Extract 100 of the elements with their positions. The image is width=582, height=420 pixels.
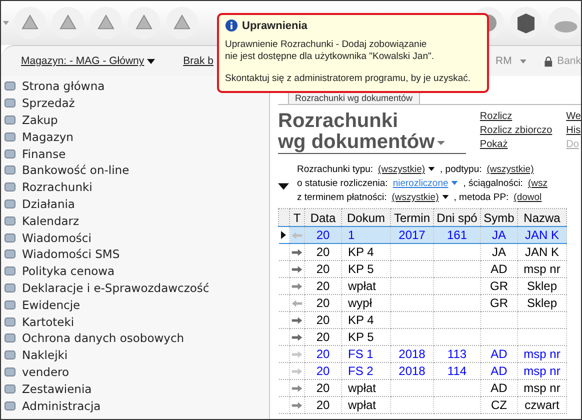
warehouse-dropdown[interactable]: Magazyn: - MAG - Główny	[21, 55, 156, 67]
table-cell: 20	[304, 380, 342, 396]
table-cell: 20	[304, 328, 342, 346]
table-cell: KP 5	[342, 328, 390, 346]
table-cell: 161	[434, 226, 480, 244]
module-icon	[3, 130, 17, 144]
view-title[interactable]: Rozrachunki wg dokumentów	[278, 111, 466, 154]
table-row[interactable]: 20 wpłat AD msp nr	[278, 380, 566, 396]
sidebar-item[interactable]: Ewidencje	[1, 296, 269, 314]
table-cell: KP 4	[342, 244, 390, 260]
column-header[interactable]: Dni spó	[434, 208, 480, 226]
sidebar-item[interactable]: Finanse	[1, 145, 269, 162]
table-row[interactable]: 20 FS 2 2018 114 AD msp nr	[278, 362, 566, 380]
table-cell: msp nr	[518, 362, 566, 380]
column-header[interactable]: Data	[304, 208, 342, 226]
caret-icon[interactable]	[442, 195, 449, 200]
module-icon	[3, 79, 17, 94]
caret-icon[interactable]	[428, 167, 436, 172]
module-icon	[3, 112, 17, 127]
table-cell: msp nr	[518, 380, 566, 396]
action-link[interactable]: Rozlicz	[480, 111, 552, 122]
table-cell: wypł	[342, 294, 390, 312]
sidebar-item[interactable]: Rozrachunki	[1, 178, 269, 196]
action-link[interactable]: We	[566, 111, 581, 122]
table-row[interactable]: 20 wpłat GR Sklep	[278, 278, 566, 294]
table-cell	[434, 328, 480, 346]
sidebar-item[interactable]: Administracja	[1, 397, 269, 414]
table-cell: 113	[434, 346, 480, 362]
table-cell	[480, 328, 518, 346]
action-link[interactable]: Rozlicz zbiorczo	[480, 125, 552, 136]
column-header[interactable]: Symb	[480, 208, 518, 226]
sidebar-item[interactable]: Magazyn	[1, 128, 269, 146]
filter-dropdown[interactable]: (wszystkie)	[378, 164, 436, 175]
table-cell: FS 1	[342, 346, 390, 362]
table-row[interactable]: 20 FS 1 2018 113 AD msp nr	[278, 346, 566, 362]
sidebar-item[interactable]: Polityka cenowa	[1, 262, 269, 280]
filter-label: z terminem płatności:	[297, 192, 387, 203]
sidebar-item[interactable]: Naklejki	[1, 346, 269, 364]
table-cell: 20	[304, 312, 342, 328]
table-cell	[390, 380, 434, 396]
action-link[interactable]: Pokaż	[480, 139, 552, 150]
column-header[interactable]: Termin	[390, 208, 434, 226]
table-cell: wpłat	[342, 278, 390, 294]
module-icon	[3, 314, 17, 329]
sidebar-item[interactable]: Zestawienia	[1, 380, 269, 398]
column-header[interactable]: Nazwa	[518, 208, 566, 226]
sidebar-item[interactable]: Działania	[1, 196, 269, 212]
table-cell: 1	[342, 226, 390, 244]
table-cell: 2018	[390, 362, 434, 380]
table-cell: wpłat	[342, 396, 390, 414]
module-icon	[3, 348, 17, 362]
table-row[interactable]: 20 1 2017 161 JA JAN K	[278, 226, 566, 244]
module-icon	[3, 196, 17, 211]
table-cell: 20	[304, 244, 342, 260]
table-cell: 2017	[390, 226, 434, 244]
table-cell	[390, 244, 434, 260]
table-row[interactable]: 20 KP 5 AD msp nr	[278, 260, 566, 278]
sidebar-item[interactable]: Kalendarz	[1, 212, 269, 230]
sidebar-item[interactable]: Zakup	[1, 112, 269, 128]
filter-dropdown[interactable]: (wszystkie)	[392, 192, 449, 203]
sidebar-item[interactable]: Ochrona danych osobowych	[1, 330, 269, 347]
sidebar-item[interactable]: Sprzedaż	[1, 94, 269, 112]
table-cell: JA	[480, 226, 518, 244]
sidebar-item[interactable]: vendero	[1, 364, 269, 380]
sidebar-item[interactable]: Deklaracje i e-Sprawozdawczość	[1, 280, 269, 296]
table-cell: 20	[304, 396, 342, 414]
table-cell: czwart	[518, 396, 566, 414]
column-header[interactable]: Dokum	[342, 208, 390, 226]
table-cell: 2018	[390, 346, 434, 362]
table-cell: JAN K	[518, 226, 566, 244]
sidebar-item[interactable]: Wiadomości	[1, 229, 269, 246]
table-cell: GR	[480, 294, 518, 312]
table-row[interactable]: 20 KP 4	[278, 312, 566, 328]
module-icon	[3, 146, 17, 161]
table-row[interactable]: 20 wypł GR Sklep	[278, 294, 566, 312]
sidebar-item[interactable]: Kartoteki	[1, 313, 269, 330]
filter-dropdown[interactable]: (wsz	[528, 178, 548, 189]
link[interactable]: Brak b	[183, 55, 214, 67]
tooltip-title: Uprawnienia	[242, 20, 308, 32]
table-cell: AD	[480, 260, 518, 278]
table-cell: JA	[480, 244, 518, 260]
sidebar-item[interactable]: Wiadomości SMS	[1, 246, 269, 263]
table-cell	[390, 278, 434, 294]
module-icon	[3, 214, 17, 228]
module-icon	[3, 298, 17, 312]
sidebar-item[interactable]: Bankowość on-line	[1, 162, 269, 179]
action-link[interactable]: His	[566, 125, 581, 136]
view-tab[interactable]: Rozrachunki wg dokumentów	[288, 92, 420, 104]
filter-label: Rozrachunki typu:	[297, 164, 374, 175]
collapse-icon[interactable]	[278, 183, 289, 190]
column-header[interactable]: T	[290, 208, 304, 226]
filter-label: , metoda PP:	[454, 192, 509, 203]
caret-icon[interactable]	[147, 58, 156, 64]
filter-dropdown[interactable]: (wszystkie)	[486, 164, 534, 175]
table-row[interactable]: 20 wpłat CZ czwart	[278, 396, 566, 414]
table-row[interactable]: 20 KP 4 JA JAN K	[278, 244, 566, 260]
filter-dropdown[interactable]: (dowol	[514, 192, 542, 203]
table-cell: FS 2	[342, 362, 390, 380]
filter-dropdown[interactable]: nierozliczone	[392, 178, 458, 189]
table-row[interactable]: 20 KP 5	[278, 328, 566, 346]
